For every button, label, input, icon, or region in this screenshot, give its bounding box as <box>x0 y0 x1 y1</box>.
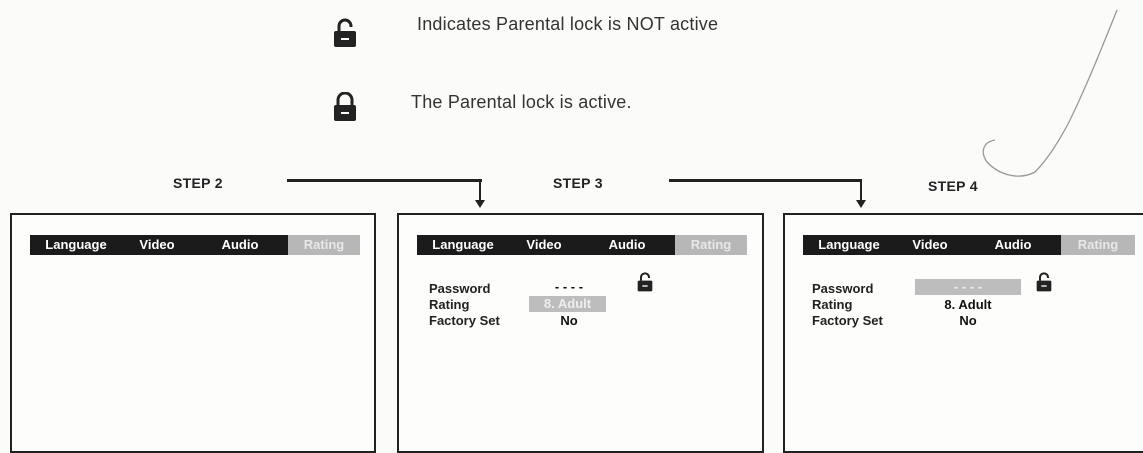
connector-drop-step3 <box>479 179 481 201</box>
password-label: Password <box>429 281 491 296</box>
tab-language[interactable]: Language <box>417 235 509 255</box>
rating-label: Rating <box>429 297 470 312</box>
tab-video[interactable]: Video <box>895 235 965 255</box>
rating-label: Rating <box>812 297 853 312</box>
step-4-screen: Language Video Audio Rating Password Rat… <box>783 213 1143 453</box>
tab-audio[interactable]: Audio <box>579 235 675 255</box>
step-4-label: STEP 4 <box>928 178 978 194</box>
rating-select[interactable]: 8. Adult <box>529 296 606 312</box>
tab-audio[interactable]: Audio <box>192 235 288 255</box>
setup-menu-bar: Language Video Audio Rating <box>30 235 360 255</box>
password-label: Password <box>812 281 874 296</box>
handwritten-check-mark <box>982 9 1118 177</box>
setup-menu-bar: Language Video Audio Rating <box>417 235 747 255</box>
factory-set-label: Factory Set <box>429 313 500 328</box>
unlocked-padlock-icon <box>637 272 653 292</box>
step-2-screen: Language Video Audio Rating <box>10 213 376 453</box>
arrow-down-icon <box>856 200 866 208</box>
tab-video[interactable]: Video <box>122 235 192 255</box>
unlocked-legend-text: Indicates Parental lock is NOT active <box>417 14 719 34</box>
tab-rating[interactable]: Rating <box>675 235 747 255</box>
unlocked-padlock-icon <box>334 18 356 47</box>
setup-menu-bar: Language Video Audio Rating <box>803 235 1135 255</box>
tab-language[interactable]: Language <box>803 235 895 255</box>
rating-select[interactable]: 8. Adult <box>928 297 1008 312</box>
connector-step2-to-step3 <box>287 179 482 182</box>
tab-video[interactable]: Video <box>509 235 579 255</box>
locked-legend-text: The Parental lock is active. <box>411 92 632 112</box>
password-field[interactable]: - - - - <box>529 279 609 294</box>
tab-audio[interactable]: Audio <box>965 235 1061 255</box>
connector-drop-step4 <box>860 179 862 201</box>
locked-padlock-icon <box>334 92 356 121</box>
tab-rating[interactable]: Rating <box>1061 235 1135 255</box>
step-2-label: STEP 2 <box>173 175 223 191</box>
step-3-label: STEP 3 <box>553 175 603 191</box>
factory-set-select[interactable]: No <box>928 313 1008 328</box>
tab-rating[interactable]: Rating <box>288 235 360 255</box>
arrow-down-icon <box>475 200 485 208</box>
password-field[interactable]: - - - - <box>915 279 1021 295</box>
factory-set-label: Factory Set <box>812 313 883 328</box>
factory-set-select[interactable]: No <box>529 313 609 328</box>
connector-step3-to-step4 <box>669 179 862 182</box>
unlocked-padlock-icon <box>1036 272 1052 292</box>
tab-language[interactable]: Language <box>30 235 122 255</box>
step-3-screen: Language Video Audio Rating Password Rat… <box>397 213 764 453</box>
